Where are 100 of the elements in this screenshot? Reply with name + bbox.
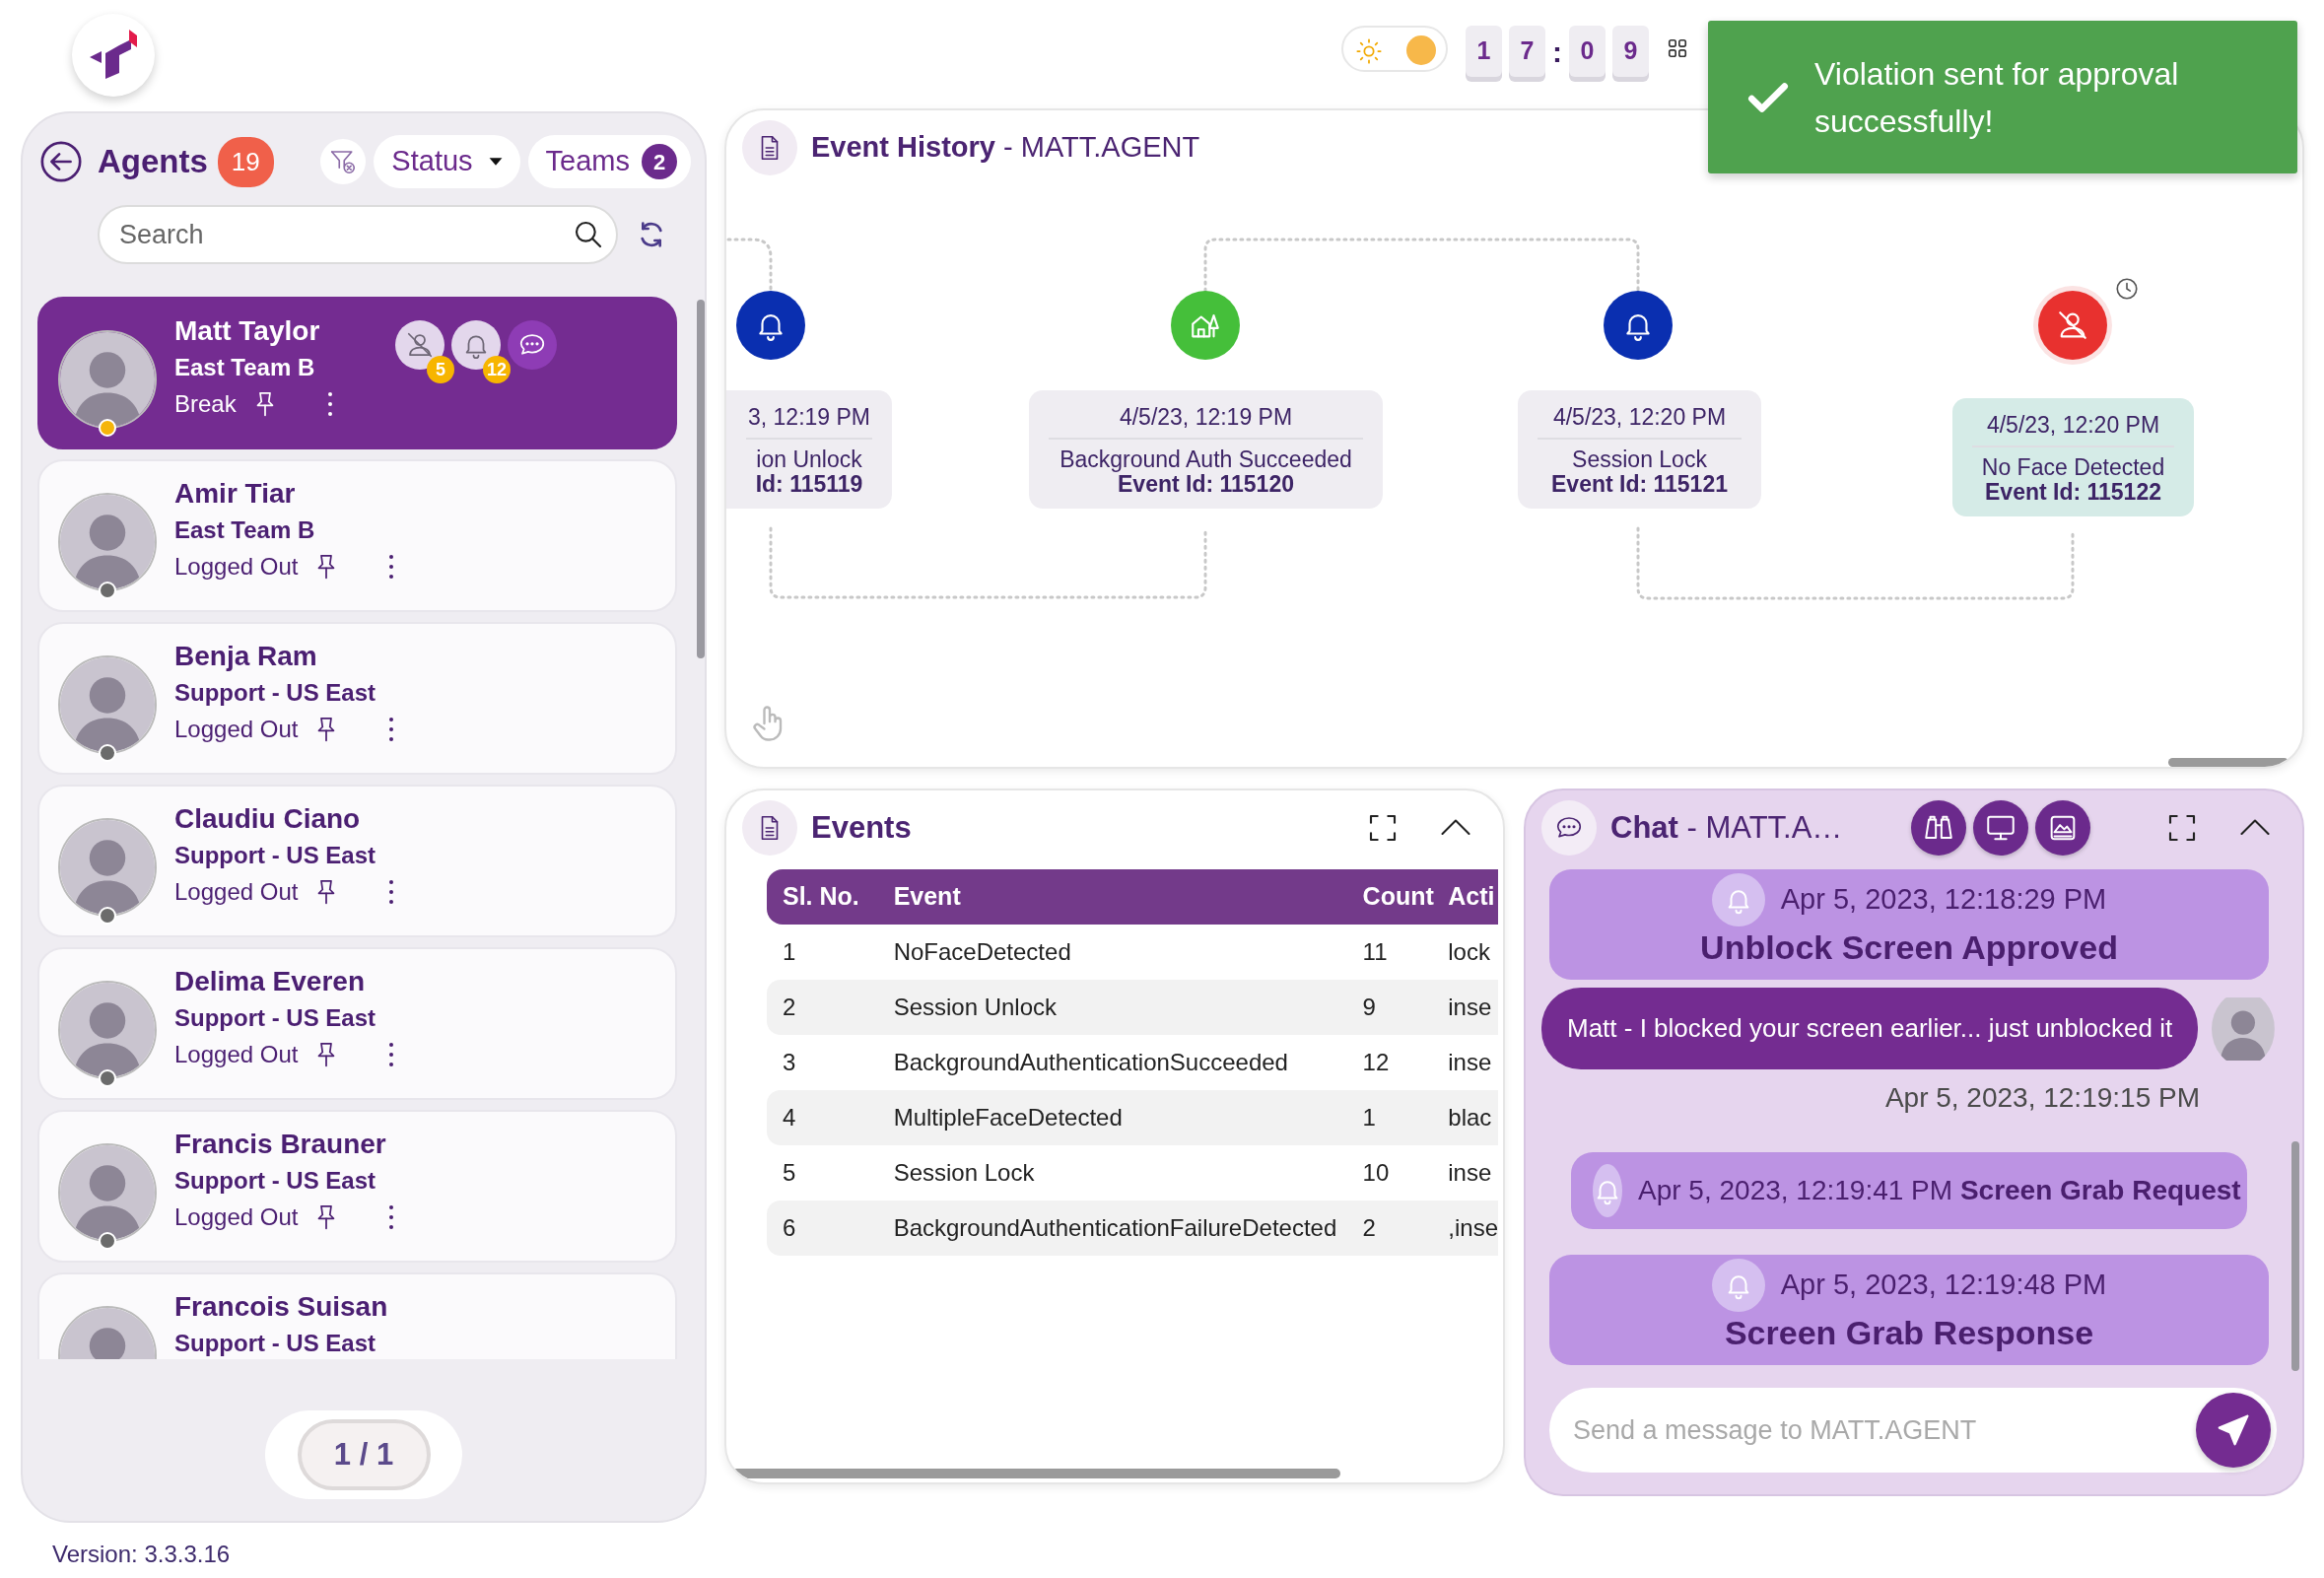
table-cell-text: 10 <box>1361 1158 1391 1188</box>
agent-team: Support - US East <box>174 678 376 708</box>
event-name: Session Lock <box>1571 447 1708 472</box>
column-header: Event <box>877 869 1347 925</box>
agent-team: Support - US East <box>174 841 376 870</box>
scrollbar[interactable] <box>2291 1141 2299 1371</box>
event-card[interactable]: 4/5/23, 12:20 PM Session Lock Event Id: 115121 <box>1518 390 1761 509</box>
clock-separator: : <box>1552 34 1562 70</box>
binoculars-button[interactable] <box>1911 800 1967 856</box>
event-name: No Face Detected <box>1980 455 2166 480</box>
agent-card[interactable]: Matt Taylor East Team B Break 5 12 <box>37 297 677 449</box>
event-card[interactable]: 4/5/23, 12:20 PM No Face Detected Event Id: 115122 <box>1952 398 2194 516</box>
panel-title: Agents <box>98 142 208 182</box>
search-field[interactable]: Search <box>98 205 618 264</box>
clear-filter-button[interactable] <box>320 139 367 184</box>
agent-card[interactable]: Claudiu Ciano Support - US East Logged Out <box>37 785 677 937</box>
table-cell-text: inse <box>1447 1048 1493 1077</box>
teams-button[interactable]: Teams 2 <box>527 135 691 188</box>
event-card[interactable]: 4/5/23, 12:19 PM Background Auth Succeeded Event Id: 115120 <box>1029 390 1383 509</box>
monitor-button[interactable] <box>1973 800 2029 856</box>
event-id: Id: 115119 <box>754 472 864 497</box>
agent-status: Logged Out <box>174 1202 299 1232</box>
agent-team: East Team B <box>174 353 316 382</box>
table-cell: BackgroundAuthenticationFailureDetected <box>877 1201 1347 1256</box>
notice-time: Apr 5, 2023, 12:19:48 PM <box>1780 1268 2107 1303</box>
agent-status: Logged Out <box>174 877 299 907</box>
panel-title: Chat - MATT.A… <box>1610 808 1843 847</box>
agent-name: Claudiu Ciano <box>174 802 362 836</box>
agent-status: Logged Out <box>174 715 299 744</box>
scrollbar[interactable] <box>697 300 705 658</box>
back-icon[interactable] <box>38 139 84 184</box>
event-id: Event Id: 115120 <box>1118 472 1295 497</box>
count-badge: 12 <box>483 356 511 383</box>
table-cell: 4 <box>767 1090 878 1145</box>
table-cell: 9 <box>1346 980 1443 1035</box>
table-cell-text: Session Lock <box>892 1158 1036 1188</box>
table-cell-text: NoFaceDetected <box>892 937 1072 967</box>
table-cell-text: 5 <box>782 1158 797 1188</box>
table-cell: 6 <box>767 1201 878 1256</box>
event-card[interactable]: 3, 12:19 PM ion Unlock Id: 115119 <box>726 390 892 509</box>
table-cell: 1 <box>1346 1090 1443 1145</box>
agent-team: Support - US East <box>174 1003 376 1033</box>
agent-status: Break <box>174 389 237 419</box>
count-badge: 5 <box>427 356 454 383</box>
image-button[interactable] <box>2035 800 2091 856</box>
dotted-connector <box>726 238 773 293</box>
event-date: 4/5/23, 12:20 PM <box>1538 402 1742 440</box>
fullscreen-icon[interactable] <box>1367 812 1399 844</box>
notice-title: Unblock Screen Approved <box>1699 927 2119 968</box>
agent-name: Delima Everen <box>174 965 366 998</box>
event-id: Event Id: 115121 <box>1550 472 1729 497</box>
sun-icon <box>1355 37 1383 65</box>
message-field[interactable]: Send a message to MATT.AGENT <box>1549 1388 2277 1473</box>
agent-name: Matt Taylor <box>174 314 321 348</box>
notice-time: Apr 5, 2023, 12:18:29 PM <box>1780 882 2107 918</box>
column-header: Count <box>1346 869 1443 925</box>
page-indicator[interactable]: 1 / 1 <box>297 1419 431 1490</box>
event-name: ion Unlock <box>755 447 863 472</box>
event-date: 4/5/23, 12:19 PM <box>1049 402 1363 440</box>
event-date: 4/5/23, 12:20 PM <box>1972 410 2174 447</box>
agent-team: Support - US East <box>174 1329 376 1358</box>
theme-toggle[interactable] <box>1341 26 1448 72</box>
fullscreen-icon[interactable] <box>2166 812 2198 844</box>
event-name: Background Auth Succeeded <box>1059 447 1353 472</box>
table-cell: ,inse <box>1442 1201 1498 1256</box>
table-cell-text: 12 <box>1361 1048 1391 1077</box>
agent-team: East Team B <box>174 515 316 545</box>
agent-card[interactable]: Amir Tiar East Team B Logged Out <box>37 459 677 612</box>
status-dropdown[interactable]: Status <box>374 135 520 188</box>
agent-name: Francois Suisan <box>174 1290 388 1324</box>
chat-alert-button[interactable] <box>508 320 557 370</box>
agent-card[interactable]: Francis Brauner Support - US East Logged Out <box>37 1110 677 1263</box>
agent-card[interactable]: Benja Ram Support - US East Logged Out <box>37 622 677 775</box>
table-cell: blac <box>1442 1090 1498 1145</box>
chat-message: Matt - I blocked your screen earlier... just unblocked it <box>1541 988 2199 1069</box>
column-header: Acti <box>1442 869 1498 925</box>
search-icon[interactable] <box>573 219 604 250</box>
message-time: Apr 5, 2023, 12:19:15 PM <box>1883 1081 2200 1115</box>
panel-title: Events <box>811 808 912 847</box>
notice-text: Apr 5, 2023, 12:19:41 PM Screen Grab Request <box>1638 1174 2241 1207</box>
table-cell: 2 <box>767 980 878 1035</box>
no-person-icon <box>405 330 435 360</box>
column-header: Sl. No. <box>767 869 878 925</box>
table-cell-text: 1 <box>782 937 797 967</box>
event-id: Event Id: 115122 <box>1984 480 2162 505</box>
table-cell-text: lock <box>1447 937 1491 967</box>
panel-title: Event History - MATT.AGENT <box>811 130 1200 166</box>
scrollbar[interactable] <box>2168 758 2289 767</box>
agent-name: Francis Brauner <box>174 1128 387 1161</box>
table-cell: Session Unlock <box>877 980 1347 1035</box>
agent-card[interactable]: Francois Suisan Support - US East <box>37 1272 677 1359</box>
table-cell: inse <box>1442 980 1498 1035</box>
agent-status: Logged Out <box>174 1040 299 1069</box>
count-badge: 19 <box>217 136 274 187</box>
count-badge: 2 <box>642 144 677 179</box>
no-person-icon <box>2056 309 2089 342</box>
agent-card[interactable]: Delima Everen Support - US East Logged Out <box>37 947 677 1100</box>
grid-icon[interactable] <box>1667 37 1688 59</box>
table-cell-text: BackgroundAuthenticationSucceeded <box>892 1048 1289 1077</box>
agent-team: Support - US East <box>174 1166 376 1196</box>
